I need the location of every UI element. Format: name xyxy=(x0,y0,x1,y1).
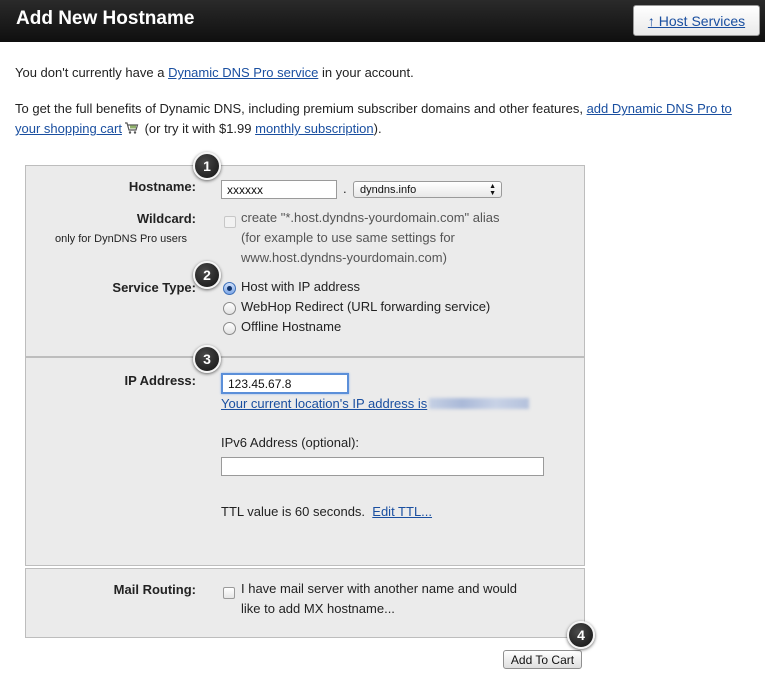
hostname-dot: . xyxy=(343,181,347,196)
current-ip-link[interactable]: Your current location's IP address is xyxy=(221,396,427,411)
ttl-text: TTL value is 60 seconds. xyxy=(221,504,366,519)
intro-text: You don't currently have a xyxy=(15,65,169,80)
radio-offline-hostname[interactable] xyxy=(223,322,236,335)
intro-text: in your account. xyxy=(318,65,414,80)
intro-line-2: To get the full benefits of Dynamic DNS,… xyxy=(15,99,750,139)
wildcard-sublabel: only for DynDNS Pro users xyxy=(55,233,188,245)
add-to-cart-button[interactable]: Add To Cart xyxy=(503,650,582,669)
ipv6-label: IPv6 Address (optional): xyxy=(221,435,360,450)
radio-webhop-redirect[interactable] xyxy=(223,302,236,315)
service-type-label: Service Type: xyxy=(112,280,196,295)
mail-routing-text-2: like to add MX hostname... xyxy=(241,601,395,616)
hostname-label: Hostname: xyxy=(128,179,196,194)
service-option-webhop[interactable]: WebHop Redirect (URL forwarding service) xyxy=(241,297,490,317)
mail-routing-label: Mail Routing: xyxy=(113,582,196,597)
domain-select-value: dyndns.info xyxy=(360,184,417,196)
host-services-button[interactable]: ↑ Host Services xyxy=(633,5,760,36)
ttl-row: TTL value is 60 seconds. Edit TTL... xyxy=(221,502,432,522)
ipv6-input[interactable] xyxy=(221,457,544,476)
blurred-ip-value xyxy=(429,398,530,409)
mail-routing-text-1: I have mail server with another name and… xyxy=(241,581,518,596)
step-badge-2: 2 xyxy=(193,261,221,289)
select-arrows-icon: ▲ ▼ xyxy=(489,183,496,197)
page-header: Add New Hostname ↑ Host Services xyxy=(0,0,765,42)
ip-address-label: IP Address: xyxy=(124,373,196,388)
service-option-host-with-ip[interactable]: Host with IP address xyxy=(241,277,360,297)
wildcard-label: Wildcard: xyxy=(136,211,196,226)
wildcard-text-3: www.host.dyndns-yourdomain.com) xyxy=(241,250,447,265)
service-option-offline[interactable]: Offline Hostname xyxy=(241,317,341,337)
domain-select[interactable]: dyndns.info ▲ ▼ xyxy=(353,181,502,198)
shopping-cart-icon xyxy=(124,122,139,134)
intro-text: To get the full benefits of Dynamic DNS,… xyxy=(15,101,587,116)
intro-text: (or try it with $1.99 xyxy=(140,121,256,136)
intro-line-1: You don't currently have a Dynamic DNS P… xyxy=(15,63,414,83)
intro-text: ). xyxy=(373,121,382,136)
ip-address-input[interactable]: 123.45.67.8 xyxy=(221,373,349,394)
wildcard-text-1: create "*.host.dyndns-yourdomain.com" al… xyxy=(241,210,500,225)
hostname-input[interactable]: xxxxxx xyxy=(221,180,337,199)
wildcard-checkbox[interactable] xyxy=(224,216,236,228)
page-title: Add New Hostname xyxy=(16,8,195,29)
edit-ttl-link[interactable]: Edit TTL... xyxy=(372,504,432,519)
dynamic-dns-pro-link[interactable]: Dynamic DNS Pro service xyxy=(168,65,318,80)
step-badge-1: 1 xyxy=(193,152,221,180)
current-ip-row: Your current location's IP address is xyxy=(221,394,530,414)
monthly-subscription-link[interactable]: monthly subscription xyxy=(255,121,374,136)
radio-host-with-ip[interactable] xyxy=(223,282,236,295)
step-badge-3: 3 xyxy=(193,345,221,373)
wildcard-text-2: (for example to use same settings for xyxy=(241,230,455,245)
mail-routing-checkbox[interactable] xyxy=(223,587,235,599)
step-badge-4: 4 xyxy=(567,621,595,649)
